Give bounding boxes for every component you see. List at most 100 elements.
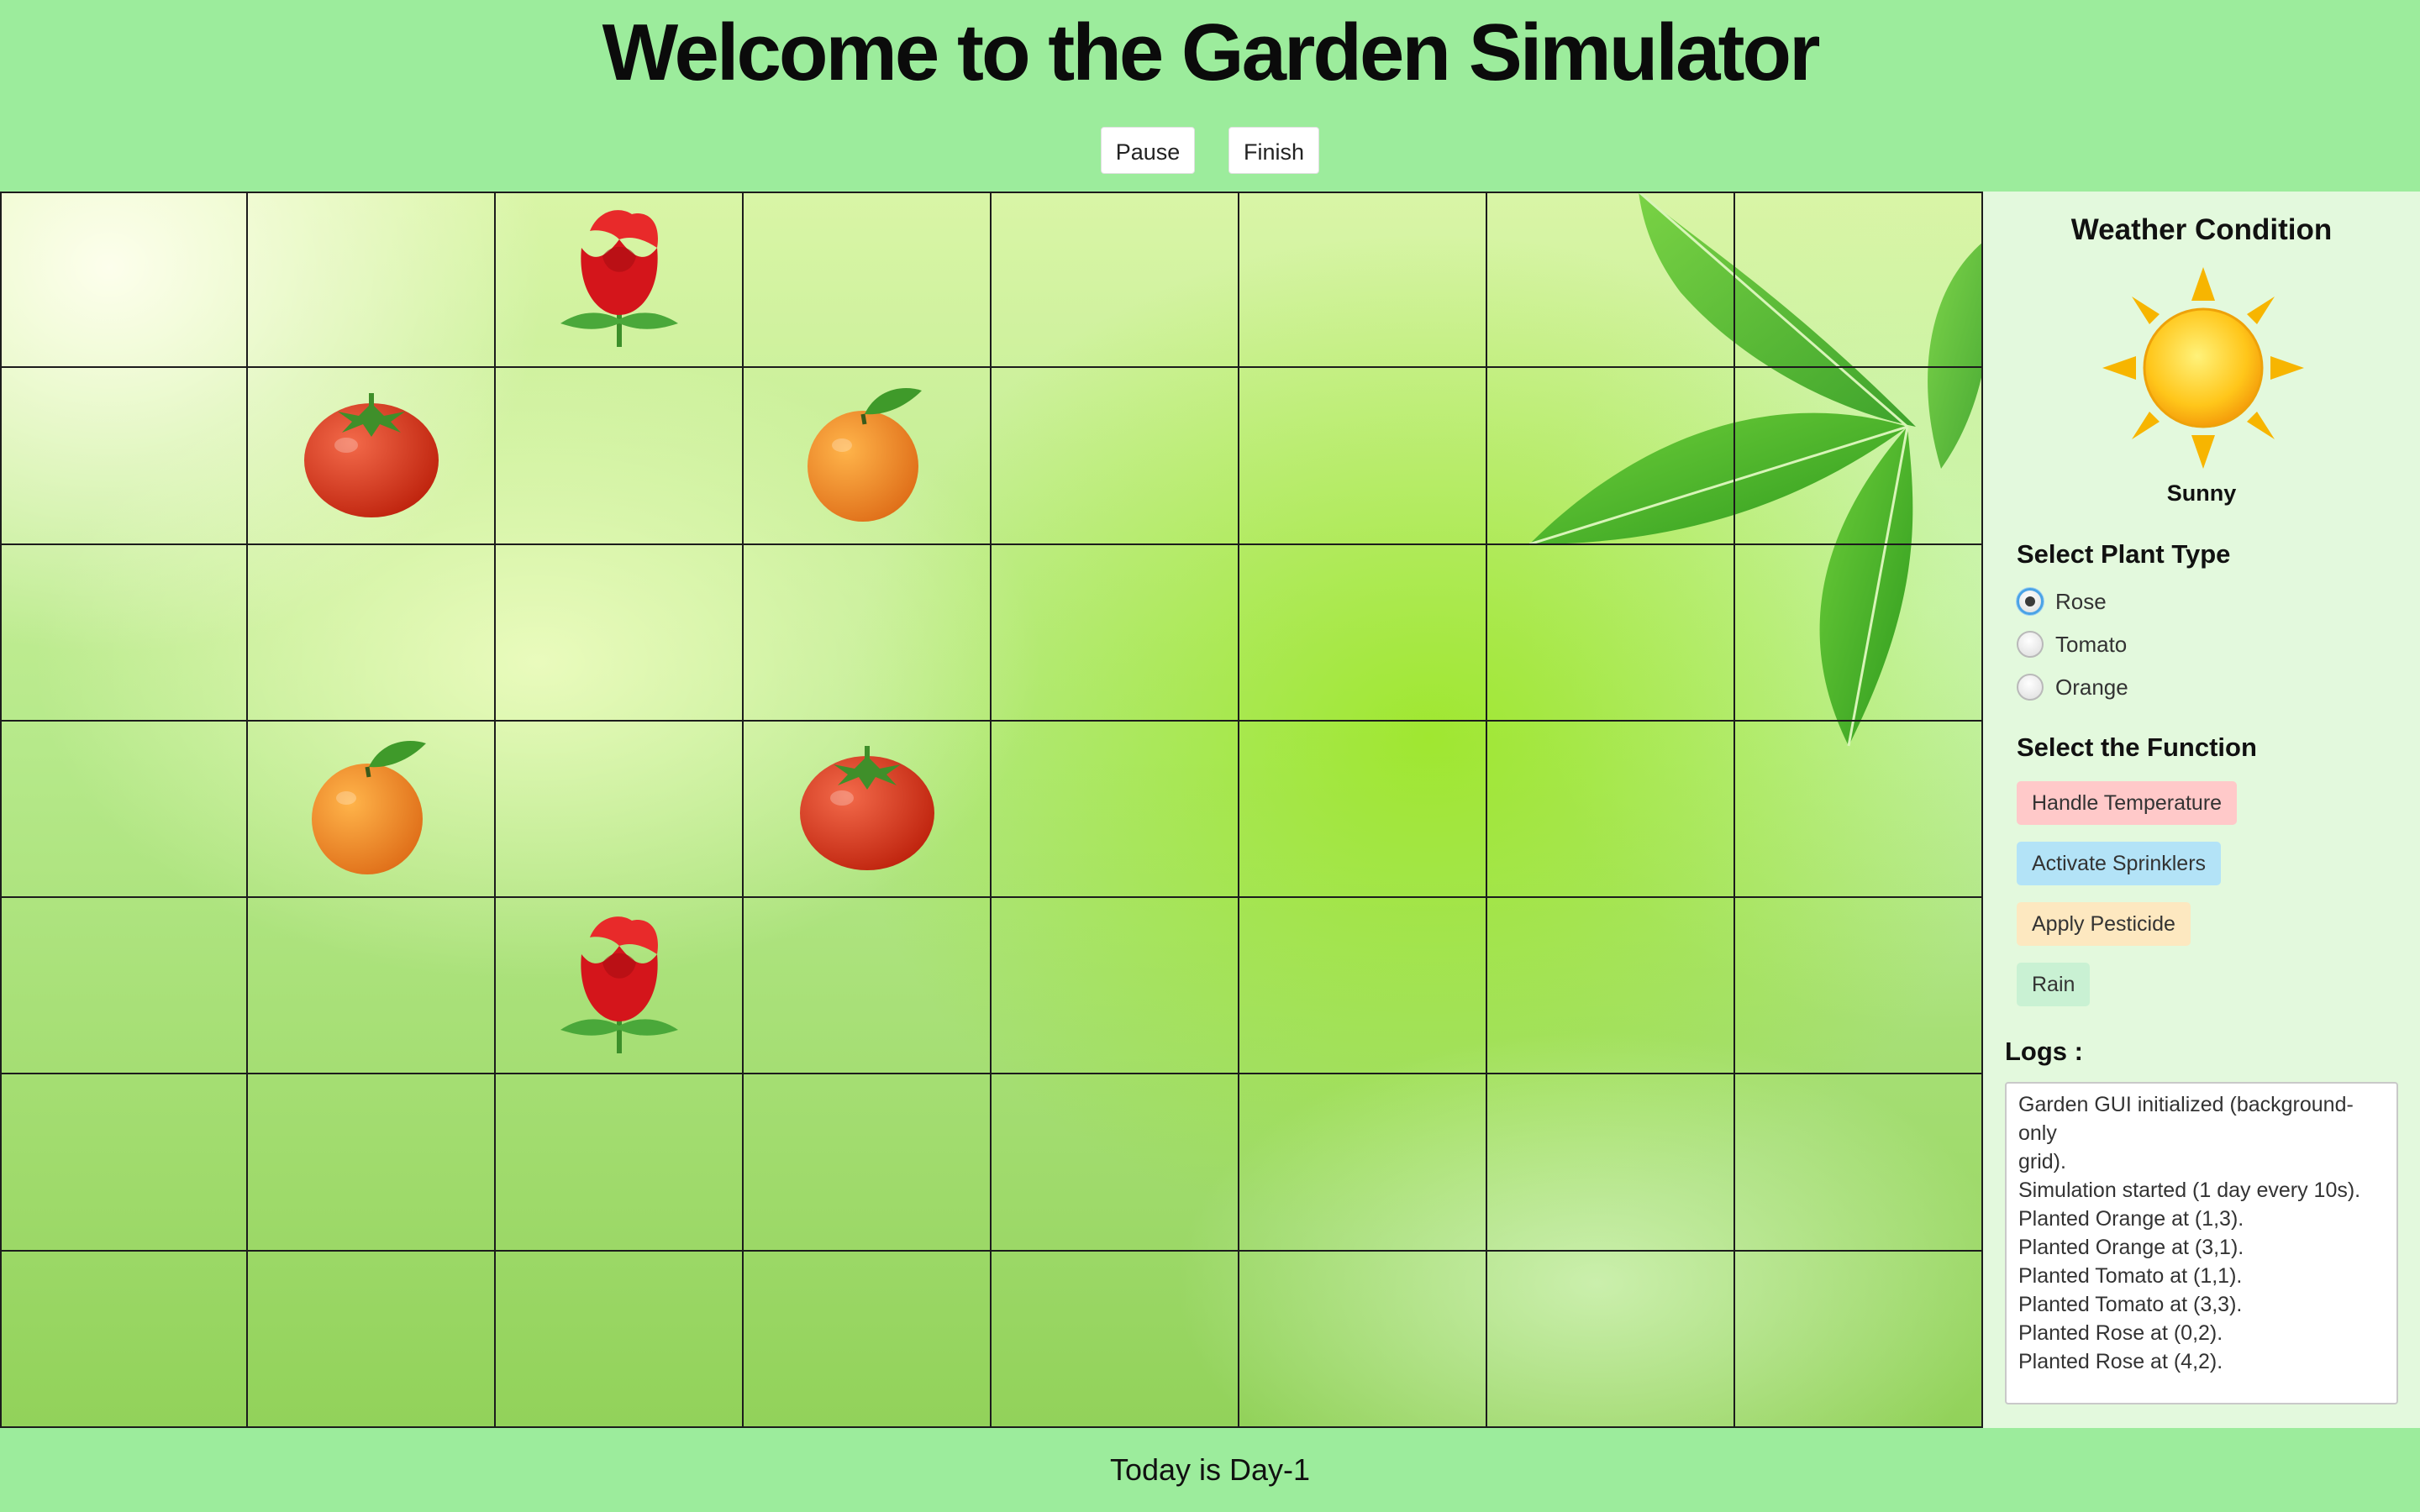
garden-cell[interactable] [1487,721,1735,899]
garden-cell[interactable] [744,898,992,1075]
garden-cell[interactable] [992,544,1239,722]
log-line: Planted Tomato at (3,3). [2018,1293,2243,1316]
garden-cell[interactable] [1735,721,1983,899]
radio-button[interactable] [2017,588,2044,615]
page-title: Welcome to the Garden Simulator [602,8,1821,97]
rose-icon [552,912,687,1059]
garden-cell[interactable] [992,1074,1239,1252]
garden-cell[interactable] [1735,368,1983,545]
radio-label: Rose [2055,588,2107,614]
garden-cell[interactable] [1239,1074,1487,1252]
footer: Today is Day-1 [0,1428,2420,1512]
radio-label: Tomato [2055,631,2128,657]
garden-cell[interactable] [1735,192,1983,369]
sidebar: Weather Condition Sunny Select Plant Typ… [1983,192,2420,1428]
garden-cell[interactable] [1239,192,1487,369]
garden-cell[interactable] [248,1251,496,1428]
garden-cell[interactable] [1239,898,1487,1075]
log-line: Simulation started (1 day every 10s). [2018,1179,2361,1202]
log-line: Planted Rose at (4,2). [2018,1350,2223,1373]
weather-title: Weather Condition [2070,213,2333,246]
tomato-icon [796,739,939,878]
header: Welcome to the Garden Simulator Pause Fi… [0,0,2420,192]
handle-temperature-button[interactable]: Handle Temperature [2017,781,2238,825]
orange-icon [804,382,930,529]
garden-cell[interactable] [0,1074,248,1252]
garden-cell[interactable] [0,898,248,1075]
garden-cell[interactable] [0,721,248,899]
weather-label: Sunny [2166,480,2237,506]
garden-cell[interactable] [248,192,496,369]
garden-cell[interactable] [992,368,1239,545]
garden-cell[interactable] [248,368,496,545]
garden-cell[interactable] [1239,1251,1487,1428]
log-line: Planted Rose at (0,2). [2018,1321,2223,1345]
function-title: Select the Function [2017,732,2257,762]
garden-cell[interactable] [496,1074,744,1252]
garden-cell[interactable] [1487,544,1735,722]
plant-type-orange-radio[interactable]: Orange [2017,670,2128,704]
apply-pesticide-button[interactable]: Apply Pesticide [2017,902,2191,946]
orange-icon [308,735,434,882]
garden-cell[interactable] [1239,544,1487,722]
garden-cell[interactable] [1735,898,1983,1075]
rose-icon [552,206,687,353]
garden-cell[interactable] [744,544,992,722]
log-line: Planted Orange at (3,1). [2018,1236,2244,1259]
garden-cell[interactable] [496,544,744,722]
garden-cell[interactable] [744,1074,992,1252]
garden-cell[interactable] [744,1251,992,1428]
plant-type-title: Select Plant Type [2017,539,2231,569]
garden-cell[interactable] [1487,898,1735,1075]
garden-cell[interactable] [1735,1251,1983,1428]
plant-type-tomato-radio[interactable]: Tomato [2017,627,2127,661]
radio-label: Orange [2055,674,2128,700]
garden-cell[interactable] [1487,368,1735,545]
garden-cell[interactable] [496,368,744,545]
garden-cell[interactable] [0,192,248,369]
garden-cell[interactable] [496,192,744,369]
garden-cell[interactable] [496,898,744,1075]
garden-cell[interactable] [1239,368,1487,545]
garden-cell[interactable] [992,898,1239,1075]
garden-cell[interactable] [1487,1251,1735,1428]
garden-cell[interactable] [496,721,744,899]
plant-type-rose-radio[interactable]: Rose [2017,585,2107,618]
garden-cell[interactable] [992,1251,1239,1428]
rain-button[interactable]: Rain [2017,963,2091,1006]
pause-button[interactable]: Pause [1101,127,1195,174]
tomato-icon [300,386,443,525]
activate-sprinklers-button[interactable]: Activate Sprinklers [2017,842,2222,885]
garden-cell[interactable] [0,544,248,722]
logs-textarea[interactable]: Garden GUI initialized (background-only g… [2005,1082,2398,1404]
garden-cell[interactable] [1239,721,1487,899]
logs-label: Logs : [2005,1037,2083,1066]
garden-background [0,192,1983,1428]
log-line: Planted Tomato at (1,1). [2018,1264,2243,1288]
sun-icon [2102,267,2304,469]
garden-cell[interactable] [992,192,1239,369]
garden-cell[interactable] [744,721,992,899]
log-line: Planted Orange at (1,3). [2018,1207,2244,1231]
log-line: Garden GUI initialized (background-only [2018,1093,2354,1145]
garden-cell[interactable] [0,1251,248,1428]
garden-cell[interactable] [1735,544,1983,722]
garden-cell[interactable] [248,1074,496,1252]
day-counter: Today is Day-1 [1109,1452,1311,1487]
garden-grid [0,192,1983,1428]
garden-cell[interactable] [0,368,248,545]
garden-cell[interactable] [1735,1074,1983,1252]
radio-button[interactable] [2017,631,2044,658]
log-line: grid). [2018,1150,2066,1173]
garden-cell[interactable] [744,192,992,369]
radio-button[interactable] [2017,674,2044,701]
garden-cell[interactable] [248,898,496,1075]
garden-cell[interactable] [496,1251,744,1428]
garden-cell[interactable] [744,368,992,545]
garden-cell[interactable] [1487,1074,1735,1252]
garden-cell[interactable] [248,544,496,722]
garden-cell[interactable] [248,721,496,899]
garden-cell[interactable] [992,721,1239,899]
garden-cell[interactable] [1487,192,1735,369]
finish-button[interactable]: Finish [1228,127,1319,174]
